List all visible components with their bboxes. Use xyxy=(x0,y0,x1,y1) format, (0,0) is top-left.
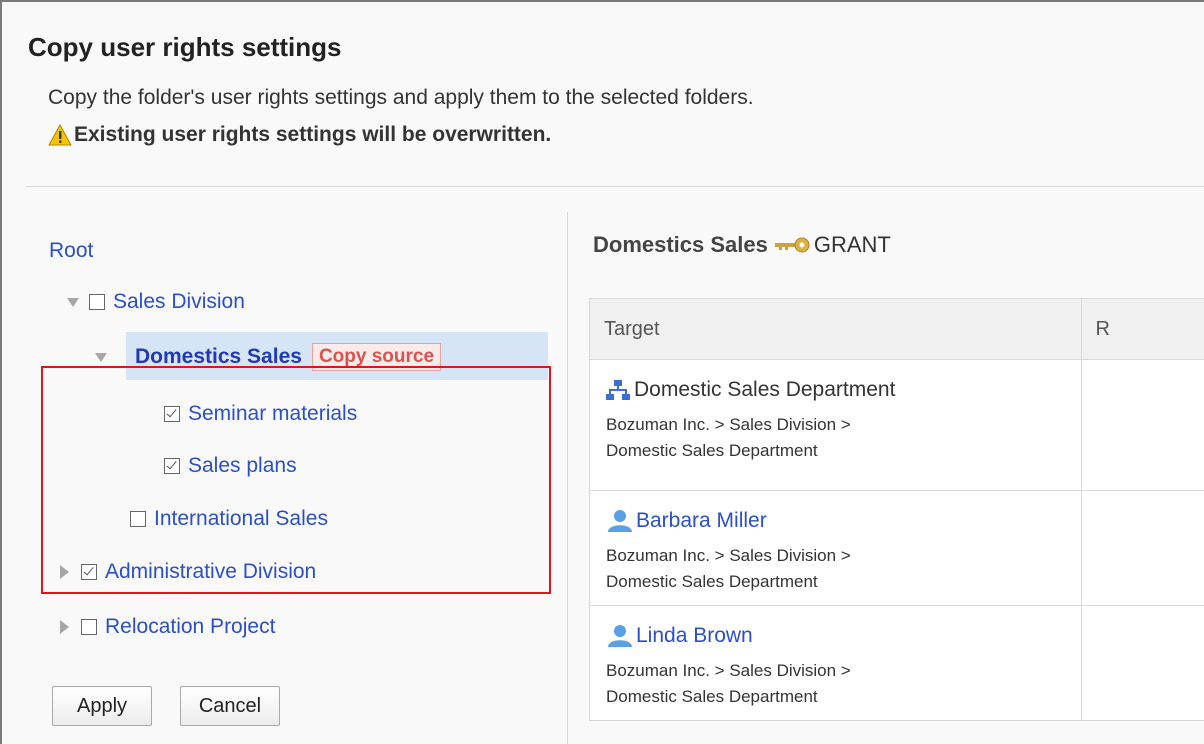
panel-separator xyxy=(567,212,568,744)
collapsed-toggle-icon[interactable] xyxy=(60,620,69,634)
header-divider xyxy=(26,186,1204,187)
tree-item-sales-division: Sales Division xyxy=(67,290,245,314)
user-link[interactable]: Barbara Miller xyxy=(636,509,767,533)
user-icon xyxy=(608,510,632,532)
grant-label: GRANT xyxy=(813,232,891,257)
cancel-button[interactable]: Cancel xyxy=(180,686,280,726)
table-row: Domestic Sales Department Bozuman Inc. >… xyxy=(589,359,1204,491)
tree-label-relocation-project[interactable]: Relocation Project xyxy=(105,615,275,639)
expand-toggle-icon[interactable] xyxy=(67,297,79,307)
rights-cell xyxy=(1080,359,1204,491)
page-title: Copy user rights settings xyxy=(28,32,342,62)
overwrite-warning: Existing user rights settings will be ov… xyxy=(48,123,551,147)
tree-label-sales-division[interactable]: Sales Division xyxy=(113,290,245,314)
rights-table: Target R Domestic Sales Department Bozum… xyxy=(589,298,1204,721)
target-path: Bozuman Inc. > Sales Division > xyxy=(606,661,851,680)
highlight-box xyxy=(41,366,551,594)
folder-name: Domestics Sales xyxy=(593,232,768,257)
target-path: Bozuman Inc. > Sales Division > xyxy=(606,546,851,565)
warning-text: Existing user rights settings will be ov… xyxy=(74,123,552,146)
target-path: Bozuman Inc. > Sales Division > xyxy=(606,415,851,434)
target-path: Domestic Sales Department xyxy=(606,572,818,591)
organization-icon xyxy=(606,380,630,400)
warning-icon xyxy=(48,124,72,146)
checkbox-relocation-project[interactable] xyxy=(81,619,97,635)
expand-toggle-icon[interactable] xyxy=(95,352,107,362)
user-link[interactable]: Linda Brown xyxy=(636,624,753,648)
table-row: Barbara Miller Bozuman Inc. > Sales Divi… xyxy=(589,490,1204,606)
target-path: Domestic Sales Department xyxy=(606,441,818,460)
column-header-target: Target xyxy=(589,298,1082,360)
user-icon xyxy=(608,625,632,647)
selected-folder-header: Domestics Sales GRANT xyxy=(593,232,891,258)
key-icon xyxy=(774,237,810,253)
checkbox-sales-division[interactable] xyxy=(89,294,105,310)
apply-button[interactable]: Apply xyxy=(52,686,152,726)
tree-item-relocation-project: Relocation Project xyxy=(60,615,275,639)
column-header-rights: R xyxy=(1080,298,1204,360)
rights-cell xyxy=(1080,605,1204,721)
target-path: Domestic Sales Department xyxy=(606,687,818,706)
page-description: Copy the folder's user rights settings a… xyxy=(48,86,754,109)
target-name: Domestic Sales Department xyxy=(634,378,896,401)
table-row: Linda Brown Bozuman Inc. > Sales Divisio… xyxy=(589,605,1204,721)
tree-item-root[interactable]: Root xyxy=(49,239,93,263)
rights-cell xyxy=(1080,490,1204,606)
